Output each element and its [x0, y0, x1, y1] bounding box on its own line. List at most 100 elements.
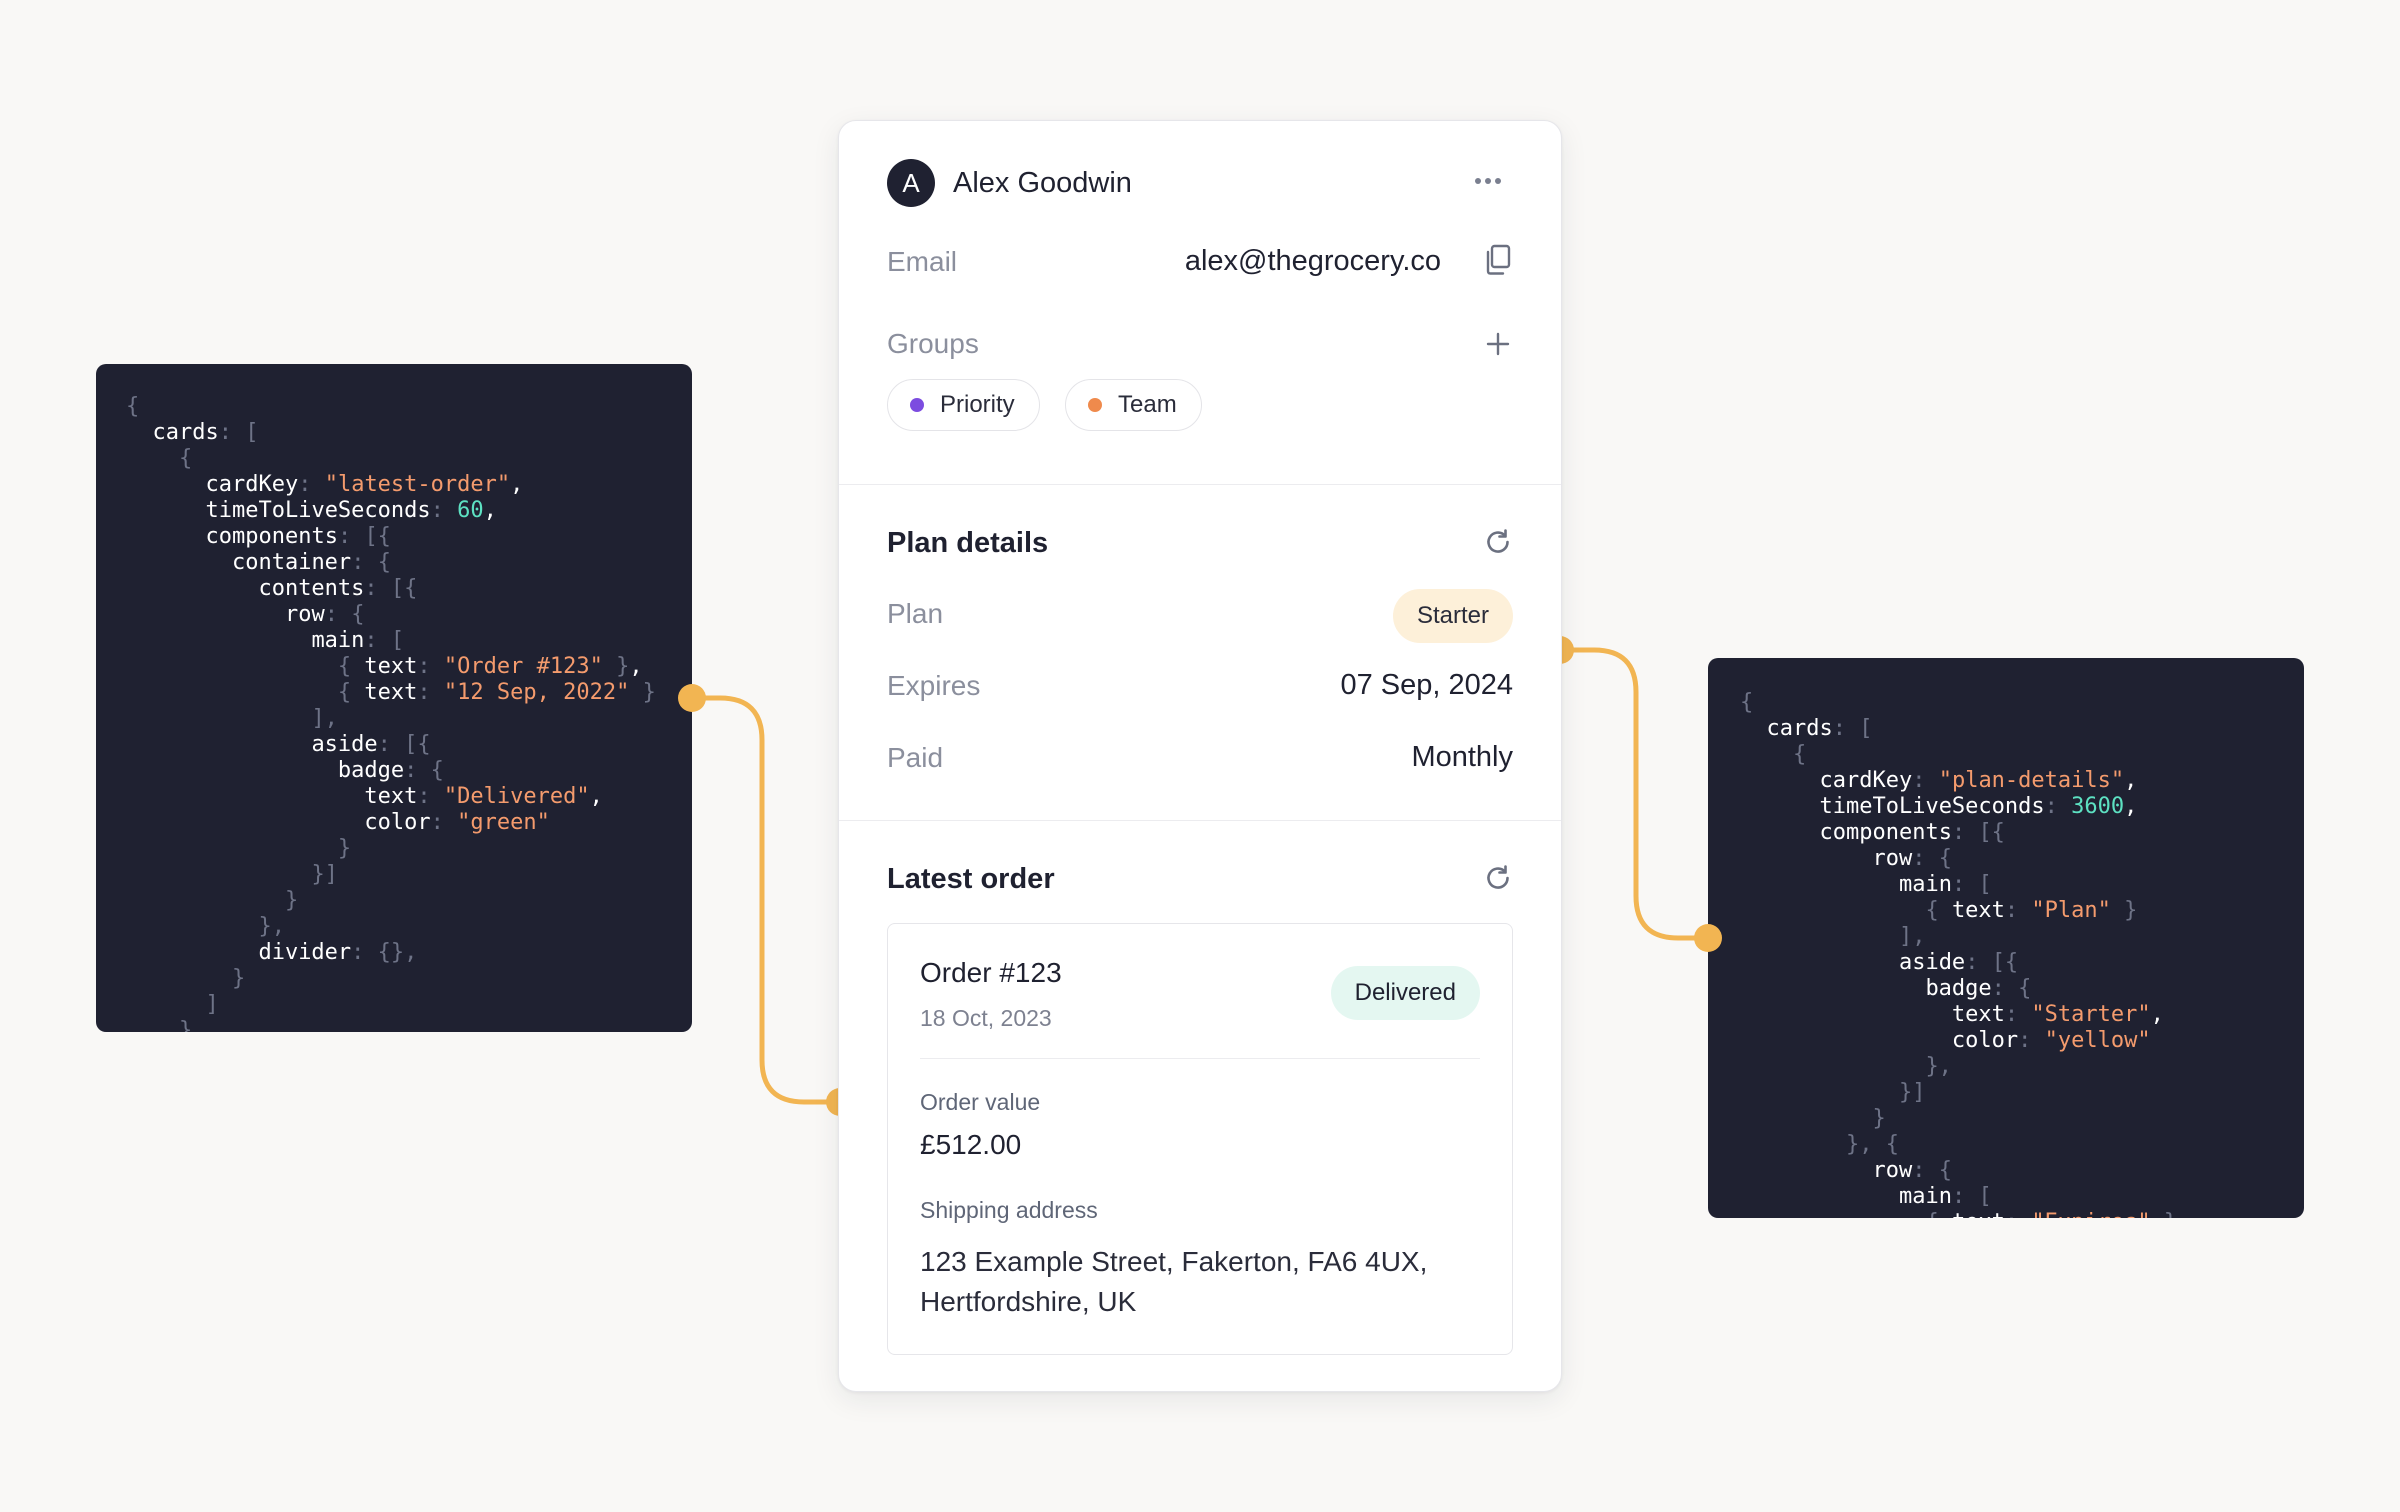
code-token: text: [364, 680, 418, 705]
code-line: cards: [: [126, 420, 692, 446]
priority-dot: [910, 398, 924, 412]
code-token: ,: [510, 472, 524, 497]
code-token: 60: [457, 498, 484, 523]
code-token: },: [258, 914, 285, 939]
expires-label: Expires: [887, 670, 981, 701]
code-token: },: [1925, 1054, 1952, 1079]
code-token: :: [1912, 1158, 1939, 1183]
code-line: { text: "Plan" }: [1740, 898, 2304, 924]
group-chip-team[interactable]: Team: [1065, 379, 1202, 431]
code-token: cards: [1766, 716, 1833, 741]
plan-details-section: Plan details Plan Starter Expires 07 Sep…: [839, 485, 1561, 821]
code-line: cardKey: "latest-order",: [126, 472, 692, 498]
plan-label: Plan: [887, 598, 944, 629]
code-token: :: [1832, 716, 1860, 741]
order-card[interactable]: Order #123 18 Oct, 2023 Delivered Order …: [887, 923, 1513, 1355]
code-token: main: [1898, 1184, 1952, 1209]
order-value-label: Order value: [920, 1089, 1041, 1115]
code-token: [: [390, 628, 405, 653]
code-line: badge: {: [126, 758, 692, 784]
connector-left: [692, 695, 840, 1105]
team-dot: [1088, 398, 1102, 412]
code-line: {: [1740, 742, 2304, 768]
code-line: container: {: [126, 550, 692, 576]
code-token: row: [1872, 1158, 1913, 1183]
code-token: :: [430, 810, 458, 835]
code-line: }: [126, 966, 692, 992]
code-token: ,: [2124, 794, 2138, 819]
code-line: }, {: [1740, 1132, 2304, 1158]
code-token: {: [1925, 1210, 1952, 1218]
code-line: badge: {: [1740, 976, 2304, 1002]
code-token: {: [1740, 690, 1754, 715]
code-line: },: [126, 914, 692, 940]
code-token: :: [351, 940, 378, 965]
code-token: }: [1872, 1106, 1886, 1131]
group-chip-priority[interactable]: Priority: [887, 379, 1040, 431]
code-token: text: [364, 654, 418, 679]
code-token: }]: [311, 862, 338, 887]
code-line: }]: [126, 862, 692, 888]
code-token: "plan-details": [1938, 768, 2125, 793]
code-token: {: [430, 758, 444, 783]
code-token: :: [2004, 1002, 2032, 1027]
code-token: main: [311, 628, 365, 653]
code-token: :: [1965, 950, 1992, 975]
code-token: aside: [1898, 950, 1966, 975]
user-name: Alex Goodwin: [953, 167, 1132, 199]
email-label: Email: [887, 246, 958, 277]
code-line: components: [{: [126, 524, 692, 550]
code-line: },: [1740, 1054, 2304, 1080]
refresh-icon[interactable]: [1481, 861, 1515, 895]
add-group-icon[interactable]: [1481, 327, 1515, 361]
code-line: {: [126, 446, 692, 472]
code-token: }: [2151, 1210, 2177, 1218]
code-token: :: [1912, 846, 1939, 871]
code-token: "Starter": [2031, 1002, 2151, 1027]
code-token: {: [2018, 976, 2032, 1001]
code-token: [: [1859, 716, 1873, 741]
code-token: ,: [589, 784, 603, 809]
code-token: row: [284, 602, 325, 627]
code-token: :: [218, 420, 246, 445]
code-token: divider: [258, 940, 352, 965]
code-token: "green": [457, 810, 550, 835]
code-line: { text: "12 Sep, 2022" }: [126, 680, 692, 706]
code-line: { text: "Order #123" },: [126, 654, 692, 680]
code-line: }: [126, 836, 692, 862]
shipping-address-label: Shipping address: [920, 1197, 1098, 1223]
code-token: }: [2110, 898, 2138, 923]
more-options-icon[interactable]: [1475, 167, 1501, 195]
code-token: {: [1792, 742, 1807, 767]
code-token: :: [364, 576, 391, 601]
code-line: }: [1740, 1106, 2304, 1132]
code-token: text: [1951, 898, 2005, 923]
code-token: }: [337, 836, 352, 861]
code-token: components: [1819, 820, 1952, 845]
code-token: [{: [1991, 950, 2019, 975]
code-token: contents: [258, 576, 365, 601]
order-divider: [920, 1058, 1480, 1059]
code-token: ],: [311, 706, 338, 731]
refresh-icon[interactable]: [1481, 525, 1515, 559]
code-token: ,: [2124, 768, 2138, 793]
code-token: {: [126, 394, 140, 419]
code-line: main: [: [1740, 872, 2304, 898]
copy-icon[interactable]: [1481, 243, 1515, 277]
code-token: :: [337, 524, 365, 549]
expires-value: 07 Sep, 2024: [1340, 669, 1513, 701]
